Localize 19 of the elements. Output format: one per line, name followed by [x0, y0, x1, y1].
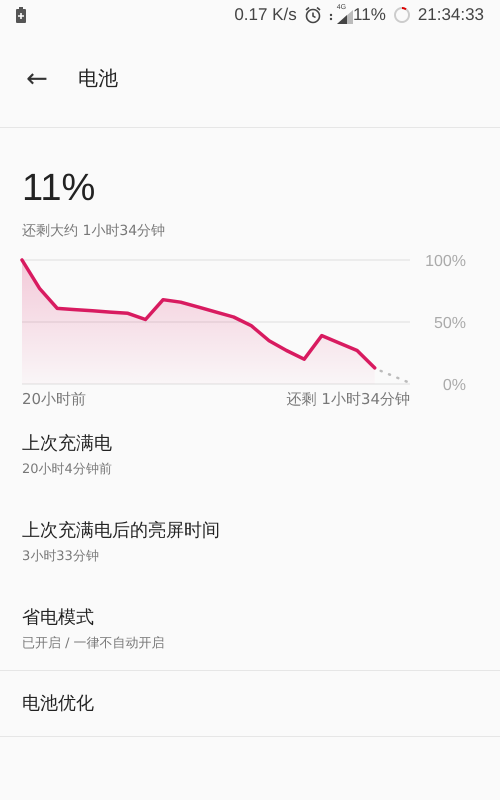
network-speed: 0.17 K/s	[234, 5, 297, 25]
settings-item[interactable]: 上次充满电后的亮屏时间 3小时33分钟	[0, 496, 500, 583]
battery-charging-icon	[16, 7, 26, 23]
settings-item[interactable]: 上次充满电 20小时4分钟前	[0, 409, 500, 496]
battery-percentage: 11%	[22, 166, 96, 210]
remaining-time: 还剩大约 1小时34分钟	[22, 222, 166, 240]
settings-item[interactable]: 省电模式 已开启 / 一律不自动开启	[0, 583, 500, 670]
chart-end-label: 还剩 1小时34分钟	[286, 390, 410, 409]
settings-item[interactable]: 电池优化	[0, 670, 500, 737]
battery-percent: 11%	[353, 5, 386, 25]
clock: 21:34:33	[418, 5, 484, 25]
chart-start-label: 20小时前	[22, 390, 86, 409]
axis-tick-label: 100%	[425, 253, 466, 270]
axis-tick-label: 0%	[442, 377, 466, 394]
battery-ring-icon	[392, 6, 411, 24]
axis-tick-label: 50%	[434, 315, 466, 332]
page-title: 电池	[78, 65, 118, 92]
back-button[interactable]: ←	[20, 64, 54, 94]
alarm-icon	[304, 6, 322, 24]
